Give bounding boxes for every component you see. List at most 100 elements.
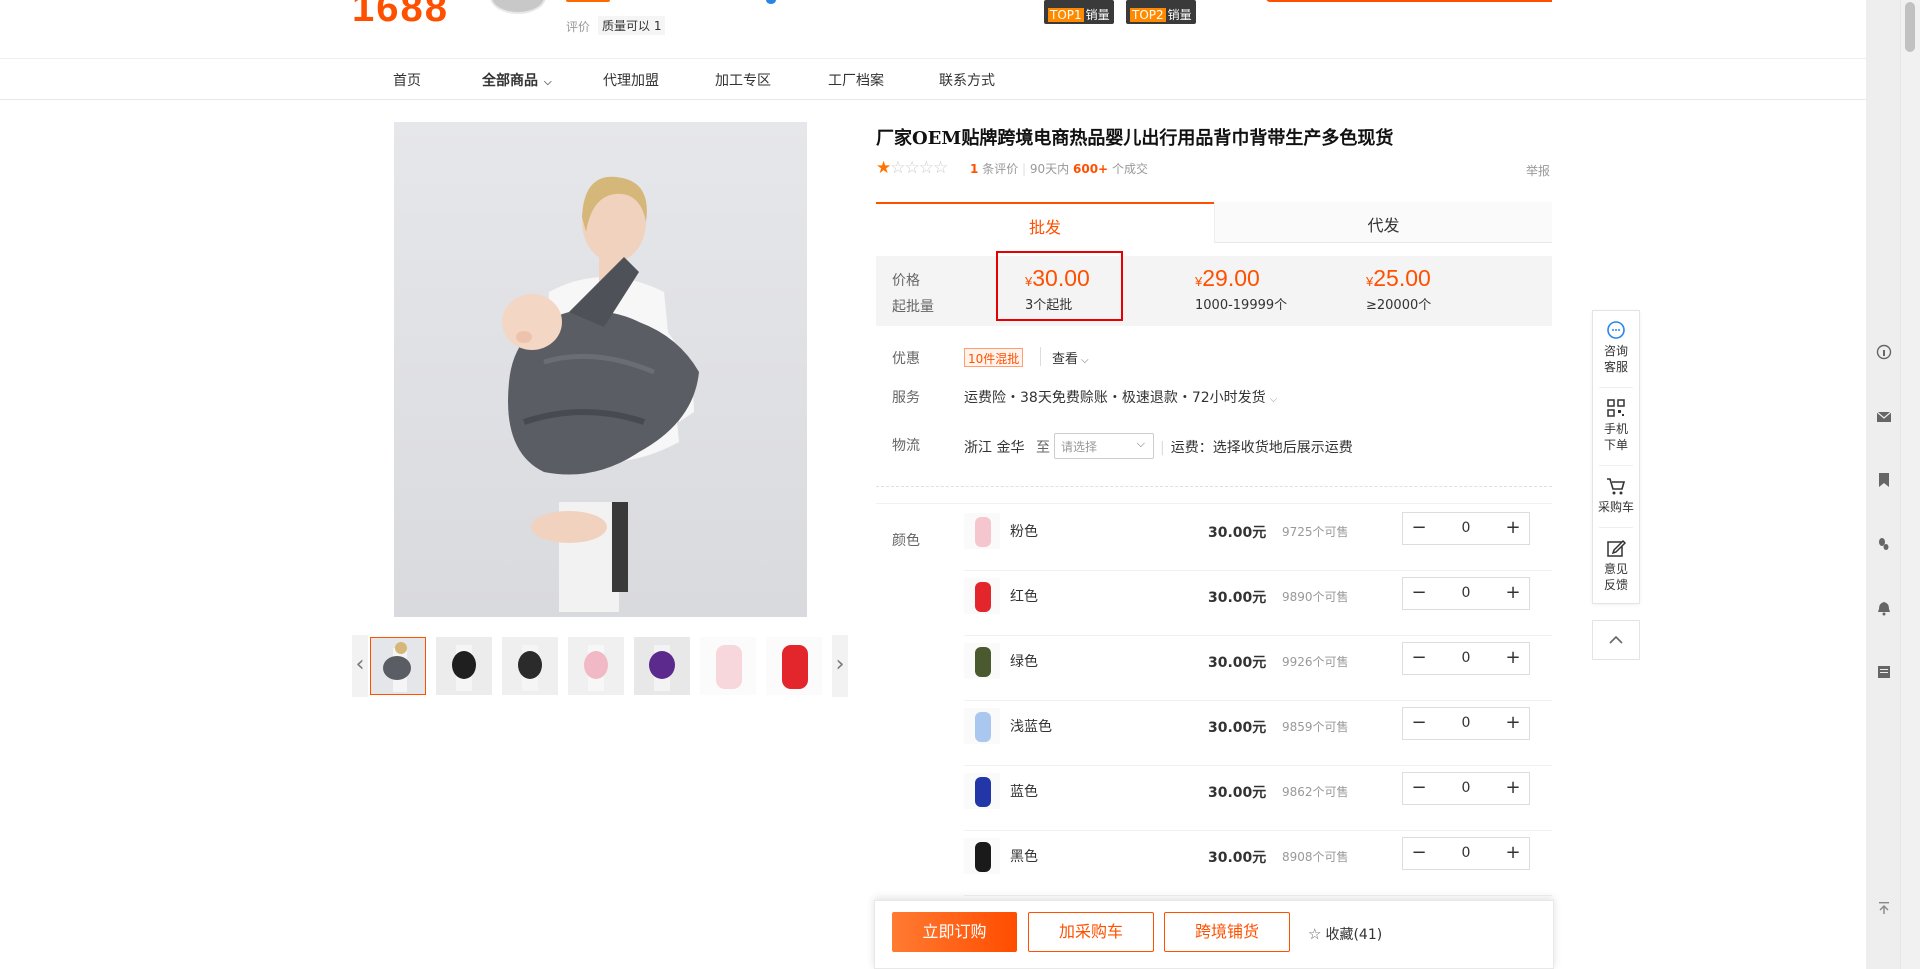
quantity-input[interactable]: 0 [1433,643,1499,674]
quantity-stepper: − 0 + [1402,772,1530,805]
tier-price: 25.00 [1373,265,1431,291]
increment-button[interactable]: + [1499,708,1527,739]
destination-select[interactable]: 请选择 ⌵ [1054,433,1154,459]
scroll-top-icon[interactable] [1876,900,1892,916]
thumbnail[interactable] [766,637,822,695]
report-link[interactable]: 举报 [1526,162,1550,179]
thumbnail[interactable] [370,637,426,695]
tab-wholesale[interactable]: 批发 [876,202,1214,243]
search-button[interactable] [1490,0,1552,2]
shop-nav [0,58,1866,100]
bell-icon[interactable] [1876,600,1892,616]
thumb-next-button[interactable]: › [832,635,848,697]
sku-thumbnail[interactable] [964,773,1000,809]
back-to-top-button[interactable] [1592,620,1640,660]
sku-stock: 9725个可售 [1282,525,1349,539]
increment-button[interactable]: + [1499,838,1527,869]
rank-tag: TOP1 [1048,8,1084,22]
tier-qty: ≥20000个 [1366,298,1432,313]
sku-swatch [975,582,991,612]
thumbnail[interactable] [568,637,624,695]
add-to-cart-button[interactable]: 加采购车 [1028,912,1154,952]
mobile-order-button[interactable]: 手机 下单 [1593,397,1639,453]
chevron-down-icon: ⌵ [1269,394,1278,405]
quantity-input[interactable]: 0 [1433,773,1499,804]
sold-prefix: 90天内 [1029,162,1070,176]
favorite-label: 收藏(41) [1325,927,1383,943]
increment-button[interactable]: + [1499,773,1527,804]
thumb-prev-button[interactable]: ‹ [352,635,368,697]
sku-stock: 9859个可售 [1282,720,1349,734]
sku-thumbnail[interactable] [964,578,1000,614]
divider [876,486,1552,487]
buy-now-button[interactable]: 立即订购 [892,912,1017,952]
sku-price: 30.00元 [1208,525,1267,541]
page-scrollbar[interactable] [1900,0,1920,969]
decrement-button[interactable]: − [1405,513,1433,544]
select-placeholder: 请选择 [1061,440,1098,454]
nav-contact[interactable]: 联系方式 [939,70,995,90]
info-icon[interactable] [1876,344,1892,360]
sku-thumbnail[interactable] [964,708,1000,744]
tab-dropship[interactable]: 代发 [1214,202,1552,243]
nav-home[interactable]: 首页 [393,70,421,90]
mail-icon[interactable] [1876,409,1892,425]
notes-icon[interactable] [1876,664,1892,680]
star-icon: ☆☆☆☆ [890,158,948,178]
quantity-input[interactable]: 0 [1433,708,1499,739]
promo-label: 优惠 [892,351,920,367]
quantity-input[interactable]: 0 [1433,838,1499,869]
cart-button[interactable]: 采购车 [1593,475,1639,515]
rank-badge-top1[interactable]: TOP1 销量 [1044,0,1114,24]
thumbnail[interactable] [436,637,492,695]
sku-thumbnail[interactable] [964,643,1000,679]
sold-count: 600+ [1073,162,1109,176]
service-details[interactable]: 运费险・38天免费赊账・极速退款・72小时发货 ⌵ [964,387,1277,407]
site-logo[interactable]: 1688 [352,0,449,31]
rating-value: 质量可以 1 [598,16,666,35]
decrement-button[interactable]: − [1405,708,1433,739]
thumbnail-image [568,637,624,695]
product-title: 厂家OEM贴牌跨境电商热品婴儿出行用品背巾背带生产多色现货 [876,128,1394,149]
sold-suffix: 个成交 [1111,162,1148,176]
rating-stars: ★☆☆☆☆ [876,158,948,178]
footprint-icon[interactable] [1876,536,1892,552]
increment-button[interactable]: + [1499,643,1527,674]
quantity-input[interactable]: 0 [1433,513,1499,544]
divider [876,503,1552,504]
nav-factory[interactable]: 工厂档案 [828,70,884,90]
shop-avatar[interactable] [490,0,546,14]
price-tier: ¥25.00 ≥20000个 [1366,265,1431,313]
favorite-button[interactable]: ☆ 收藏(41) [1308,924,1382,944]
scrollbar-thumb[interactable] [1905,2,1915,52]
shipping-fee-text: 运费：选择收货地后展示运费 [1170,440,1353,456]
review-count[interactable]: 1 [970,162,978,176]
thumbnail[interactable] [700,637,756,695]
quantity-input[interactable]: 0 [1433,578,1499,609]
service-label: 服务 [892,390,920,406]
decrement-button[interactable]: − [1405,773,1433,804]
consult-service-button[interactable]: 咨询 客服 [1593,319,1639,375]
thumbnail[interactable] [502,637,558,695]
sku-thumbnail[interactable] [964,838,1000,874]
nav-processing[interactable]: 加工专区 [715,70,771,90]
decrement-button[interactable]: − [1405,578,1433,609]
crossborder-button[interactable]: 跨境铺货 [1164,912,1290,952]
feedback-button[interactable]: 意见 反馈 [1593,537,1639,593]
increment-button[interactable]: + [1499,513,1527,544]
promo-view-button[interactable]: 查看 ⌵ [1052,348,1089,367]
sku-stock: 8908个可售 [1282,850,1349,864]
decrement-button[interactable]: − [1405,838,1433,869]
thumbnail[interactable] [634,637,690,695]
sku-row: 绿色 30.00元 9926个可售 − 0 + [964,636,1552,701]
decrement-button[interactable]: − [1405,643,1433,674]
main-product-image[interactable] [394,122,807,617]
bookmark-icon[interactable] [1876,472,1892,488]
sku-thumbnail[interactable] [964,513,1000,549]
quantity-stepper: − 0 + [1402,577,1530,610]
nav-agency[interactable]: 代理加盟 [603,70,659,90]
increment-button[interactable]: + [1499,578,1527,609]
rank-badge-top2[interactable]: TOP2 销量 [1126,0,1196,24]
nav-all-products[interactable]: 全部商品 ⌵ [482,70,552,90]
verified-icon [766,0,776,4]
